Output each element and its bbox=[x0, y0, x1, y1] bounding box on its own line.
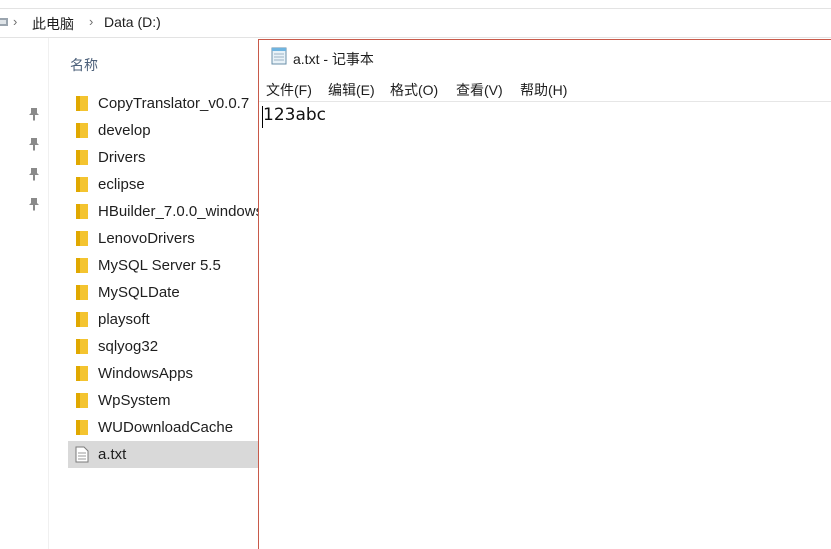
folder-icon bbox=[76, 258, 88, 273]
folder-item[interactable]: playsoft bbox=[68, 306, 268, 333]
chevron-right-icon[interactable]: › bbox=[89, 14, 93, 29]
folder-icon bbox=[76, 393, 88, 408]
menu-format[interactable]: 格式(O) bbox=[390, 80, 438, 100]
breadcrumb-this-pc[interactable]: 此电脑 bbox=[32, 14, 74, 34]
window-title: a.txt - 记事本 bbox=[293, 51, 374, 67]
item-name: HBuilder_7.0.0_windows bbox=[98, 203, 264, 220]
folder-item[interactable]: WUDownloadCache bbox=[68, 414, 268, 441]
folder-item[interactable]: LenovoDrivers bbox=[68, 225, 268, 252]
folder-icon bbox=[76, 231, 88, 246]
folder-item[interactable]: CopyTranslator_v0.0.7 bbox=[68, 90, 268, 117]
folder-icon bbox=[76, 312, 88, 327]
text-file-icon bbox=[75, 446, 89, 463]
item-name: LenovoDrivers bbox=[98, 230, 195, 247]
item-name: WpSystem bbox=[98, 392, 171, 409]
folder-item[interactable]: sqlyog32 bbox=[68, 333, 268, 360]
menu-help[interactable]: 帮助(H) bbox=[520, 80, 567, 100]
folder-icon bbox=[76, 96, 88, 111]
folder-item[interactable]: develop bbox=[68, 117, 268, 144]
folder-item[interactable]: HBuilder_7.0.0_windows bbox=[68, 198, 268, 225]
item-name: sqlyog32 bbox=[98, 338, 159, 355]
editor-content[interactable]: 123abc bbox=[263, 105, 326, 125]
item-name: MySQL Server 5.5 bbox=[98, 257, 221, 274]
breadcrumb-drive[interactable]: Data (D:) bbox=[104, 14, 161, 30]
item-name: eclipse bbox=[98, 176, 145, 193]
notepad-icon bbox=[271, 47, 287, 65]
text-editor-area[interactable]: 123abc bbox=[259, 101, 831, 549]
column-header-name[interactable]: 名称 bbox=[70, 55, 98, 75]
folder-item[interactable]: eclipse bbox=[68, 171, 268, 198]
folder-icon bbox=[76, 339, 88, 354]
item-name: WUDownloadCache bbox=[98, 419, 234, 436]
folder-item[interactable]: WpSystem bbox=[68, 387, 268, 414]
pin-icon[interactable] bbox=[28, 197, 40, 211]
folder-item[interactable]: WindowsApps bbox=[68, 360, 268, 387]
folder-item[interactable]: MySQL Server 5.5 bbox=[68, 252, 268, 279]
folder-icon bbox=[76, 177, 88, 192]
folder-icon bbox=[76, 420, 88, 435]
chevron-right-icon[interactable]: › bbox=[13, 14, 17, 29]
address-bar[interactable]: › 此电脑 › Data (D:) bbox=[0, 8, 831, 38]
location-icon bbox=[0, 18, 8, 26]
file-list: CopyTranslator_v0.0.7develop Drivers eclip… bbox=[68, 90, 268, 468]
folder-icon bbox=[76, 204, 88, 219]
item-name: playsoft bbox=[98, 311, 150, 328]
file-item[interactable]: a.txt bbox=[68, 441, 268, 468]
folder-item[interactable]: MySQLDate bbox=[68, 279, 268, 306]
pin-icon[interactable] bbox=[28, 137, 40, 151]
item-name: MySQLDate bbox=[98, 284, 180, 301]
notepad-window: a.txt - 记事本 文件(F) 编辑(E) 格式(O) 查看(V) 帮助(H… bbox=[258, 39, 831, 549]
notepad-titlebar[interactable]: a.txt - 记事本 bbox=[259, 40, 831, 74]
folder-item[interactable]: Drivers bbox=[68, 144, 268, 171]
item-name: a.txt bbox=[98, 446, 127, 463]
item-name: develop bbox=[98, 122, 151, 139]
menu-file[interactable]: 文件(F) bbox=[266, 80, 312, 100]
menu-view[interactable]: 查看(V) bbox=[456, 80, 503, 100]
item-name: Drivers bbox=[98, 149, 146, 166]
folder-icon bbox=[76, 123, 88, 138]
item-name: WindowsApps bbox=[98, 365, 194, 382]
pin-icon[interactable] bbox=[28, 167, 40, 181]
pin-icon[interactable] bbox=[28, 107, 40, 121]
navigation-pane bbox=[0, 38, 49, 549]
item-name: CopyTranslator_v0.0.7 bbox=[98, 95, 250, 112]
menu-edit[interactable]: 编辑(E) bbox=[328, 80, 375, 100]
folder-icon bbox=[76, 150, 88, 165]
menu-bar: 文件(F) 编辑(E) 格式(O) 查看(V) 帮助(H) bbox=[259, 78, 831, 100]
folder-icon bbox=[76, 285, 88, 300]
folder-icon bbox=[76, 366, 88, 381]
